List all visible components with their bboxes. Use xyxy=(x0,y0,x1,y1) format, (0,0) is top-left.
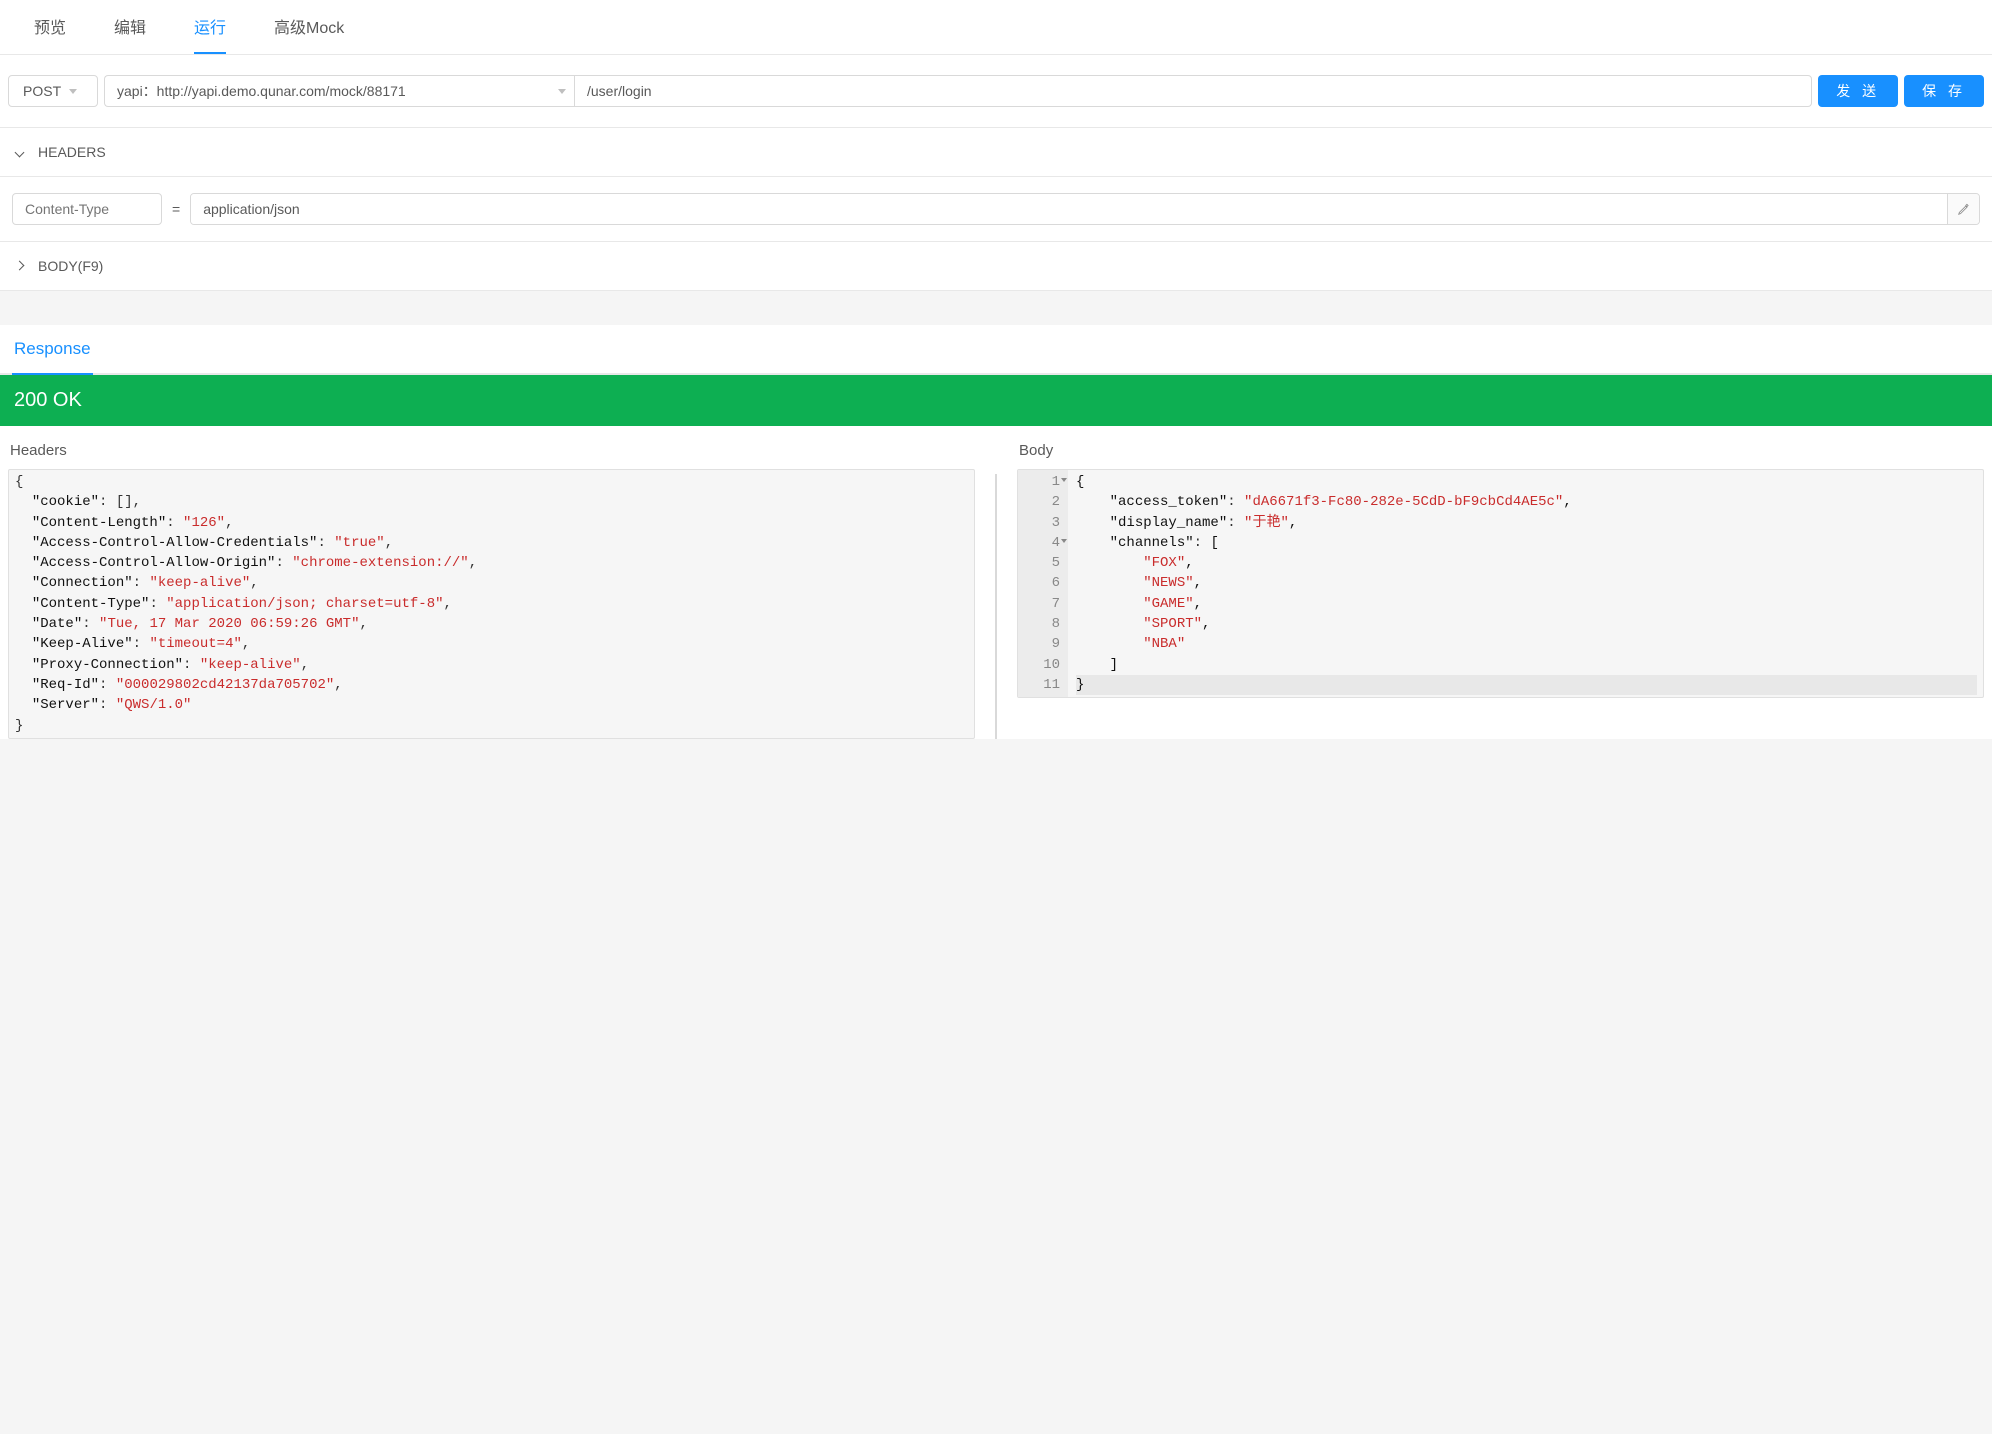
pencil-icon xyxy=(1957,202,1971,216)
save-button[interactable]: 保 存 xyxy=(1904,75,1984,107)
response-headers-panel: Headers { "cookie": [], "Content-Length"… xyxy=(8,438,975,739)
tab-advanced-mock[interactable]: 高级Mock xyxy=(274,0,344,54)
header-row: = xyxy=(0,176,1992,241)
tab-run[interactable]: 运行 xyxy=(194,0,226,54)
tab-preview[interactable]: 预览 xyxy=(34,0,66,54)
caret-right-icon xyxy=(16,261,26,271)
headers-toggle[interactable]: HEADERS xyxy=(0,128,1992,176)
chevron-down-icon xyxy=(558,89,566,94)
request-bar: POST yapi：http://yapi.demo.qunar.com/moc… xyxy=(0,55,1992,127)
path-input[interactable] xyxy=(574,75,1812,107)
chevron-down-icon xyxy=(69,89,77,94)
method-select[interactable]: POST xyxy=(8,75,98,107)
tab-edit[interactable]: 编辑 xyxy=(114,0,146,54)
edit-header-button[interactable] xyxy=(1947,194,1979,224)
panel-separator xyxy=(995,474,997,739)
response-headers-code[interactable]: { "cookie": [], "Content-Length": "126",… xyxy=(8,469,975,739)
response-body-panel: Body 1234567891011 { "access_token": "dA… xyxy=(1017,438,1984,739)
main-tabs: 预览 编辑 运行 高级Mock xyxy=(0,0,1992,55)
body-label: BODY(F9) xyxy=(38,258,103,274)
response-body-code[interactable]: 1234567891011 { "access_token": "dA6671f… xyxy=(1017,469,1984,698)
method-label: POST xyxy=(23,83,61,99)
response-tab[interactable]: Response xyxy=(12,325,93,375)
env-select[interactable]: yapi：http://yapi.demo.qunar.com/mock/881… xyxy=(104,75,574,107)
response-block: Response 200 OK Headers { "cookie": [], … xyxy=(0,325,1992,739)
header-key-input[interactable] xyxy=(12,193,162,225)
headers-label: HEADERS xyxy=(38,144,106,160)
send-button[interactable]: 发 送 xyxy=(1818,75,1898,107)
header-value-input[interactable] xyxy=(191,194,1947,224)
headers-section: HEADERS = xyxy=(0,127,1992,241)
response-body-title: Body xyxy=(1017,438,1984,469)
caret-down-icon xyxy=(16,147,26,157)
body-section: BODY(F9) xyxy=(0,241,1992,291)
status-bar: 200 OK xyxy=(0,375,1992,426)
response-headers-title: Headers xyxy=(8,438,975,469)
body-toggle[interactable]: BODY(F9) xyxy=(0,242,1992,290)
equals-sign: = xyxy=(172,201,180,217)
env-label: yapi：http://yapi.demo.qunar.com/mock/881… xyxy=(117,81,406,101)
